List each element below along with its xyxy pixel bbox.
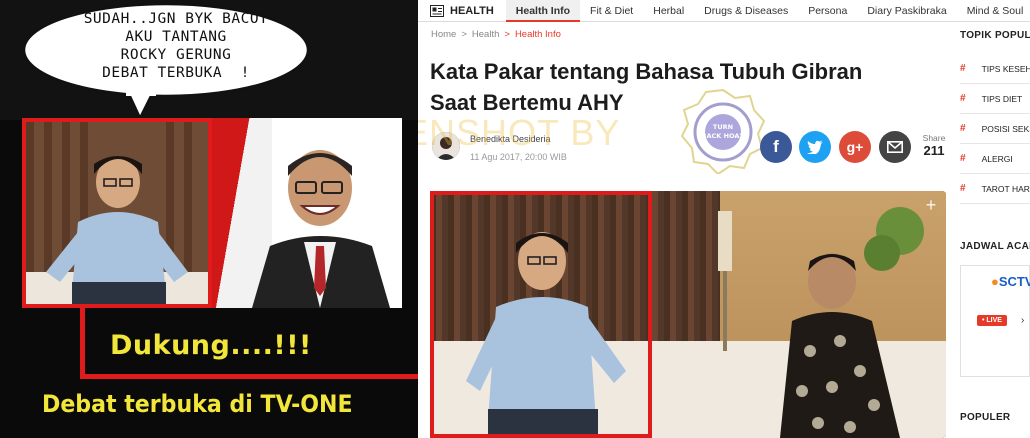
bubble-line: DEBAT TERBUKA !	[102, 65, 250, 81]
tv-schedule-box: ●SCTV • LIVE ›	[960, 265, 1030, 377]
nav-health-info[interactable]: Health Info	[505, 0, 581, 22]
brand-label: HEALTH	[450, 4, 494, 17]
sctv-logo-dot: ●	[991, 274, 999, 289]
topik-label: TAROT HARIAN	[981, 183, 1030, 194]
nav-diary-paskibraka[interactable]: Diary Paskibraka	[857, 0, 956, 22]
topik-populer-heading: TOPIK POPULER	[960, 30, 1030, 41]
populer-heading: POPULER	[960, 412, 1011, 423]
mail-icon	[887, 141, 903, 153]
rocky-gerung-photo	[212, 118, 402, 308]
speech-bubble-text: SUDAH..JGN BYK BACOT AKU TANTANG ROCKY G…	[56, 10, 296, 82]
nav-herbal[interactable]: Herbal	[643, 0, 694, 22]
jadwal-acara-heading: JADWAL ACARA	[960, 241, 1030, 252]
section-brand[interactable]: HEALTH	[418, 0, 506, 22]
connector-bar-horizontal	[80, 374, 418, 379]
bubble-line: SUDAH..JGN BYK BACOT	[83, 11, 269, 27]
chevron-right-icon[interactable]: ›	[1021, 315, 1024, 326]
headline-line: Kata Pakar tentang Bahasa Tubuh Gibran	[430, 59, 863, 84]
bubble-line: ROCKY GERUNG	[120, 47, 232, 63]
news-article-screenshot: HEALTH Health Info Fit & Diet Herbal Dru…	[418, 0, 1030, 438]
hash-icon: #	[960, 123, 966, 134]
topik-item[interactable]: # POSISI SEKS	[960, 114, 1030, 144]
headline-line: Saat Bertemu AHY	[430, 90, 624, 115]
hash-icon: #	[960, 93, 966, 104]
turn-back-hoax-stamp: TURN BACK HOAX	[680, 88, 766, 176]
nav-drugs-diseases[interactable]: Drugs & Diseases	[694, 0, 798, 22]
topik-item[interactable]: # ALERGI	[960, 144, 1030, 174]
svg-text:BACK HOAX: BACK HOAX	[702, 132, 745, 140]
breadcrumb-separator: >	[461, 29, 467, 40]
bubble-line: AKU TANTANG	[125, 29, 227, 45]
top-navigation: HEALTH Health Info Fit & Diet Herbal Dru…	[418, 0, 1030, 22]
topik-list: #TIPS KESEHATAN #TIPS DIET #POSISI SEKS …	[960, 54, 1030, 204]
topik-label: TIPS DIET	[981, 93, 1023, 104]
nav-fit-diet[interactable]: Fit & Diet	[580, 0, 643, 22]
topik-label: TIPS KESEHATAN	[981, 63, 1030, 74]
meme-panel: SUDAH..JGN BYK BACOT AKU TANTANG ROCKY G…	[0, 0, 418, 438]
caption-dukung: Dukung....!!!	[110, 330, 312, 361]
breadcrumb: Home > Health > Health Info	[431, 29, 561, 40]
health-newspaper-icon	[430, 4, 444, 17]
topik-item[interactable]: # TAROT HARIAN	[960, 174, 1030, 204]
author-name[interactable]: Benedikta Desideria	[470, 134, 551, 144]
photo-figures	[466, 207, 924, 438]
sctv-logo[interactable]: ●SCTV	[991, 274, 1030, 289]
article-main-photo[interactable]: +	[430, 191, 946, 438]
topik-item[interactable]: # TIPS DIET	[960, 84, 1030, 114]
nav-persona[interactable]: Persona	[798, 0, 857, 22]
topik-label: ALERGI	[981, 153, 1013, 164]
hash-icon: #	[960, 63, 966, 74]
expand-photo-plus-icon[interactable]: +	[922, 196, 940, 215]
publish-date: 11 Agu 2017, 20:00 WIB	[470, 152, 567, 162]
gibran-figure	[26, 122, 208, 304]
author-avatar[interactable]	[432, 132, 460, 160]
hash-icon: #	[960, 183, 966, 194]
nav-mind-soul[interactable]: Mind & Soul	[957, 0, 1030, 22]
svg-text:TURN: TURN	[713, 123, 733, 131]
caption-debat-terbuka: Debat terbuka di TV-ONE	[42, 390, 353, 418]
breadcrumb-health[interactable]: Health	[472, 29, 499, 40]
share-label: Share	[922, 133, 946, 143]
share-mail-button[interactable]	[879, 131, 911, 163]
sidebar: TOPIK POPULER # TIPS KESEHATAN # TIPS DIET…	[956, 22, 1030, 438]
gibran-photo	[22, 118, 212, 308]
share-count: Share 211	[919, 133, 949, 158]
rocky-figure	[252, 150, 390, 308]
share-googleplus-button[interactable]: g+	[839, 131, 871, 163]
hash-icon: #	[960, 153, 966, 164]
topik-label: POSISI SEKS	[981, 123, 1030, 134]
live-badge[interactable]: • LIVE	[977, 315, 1007, 326]
breadcrumb-separator: >	[504, 29, 510, 40]
share-twitter-button[interactable]	[799, 131, 831, 163]
share-number: 211	[923, 143, 945, 158]
tv-channel-label: SCTV	[998, 274, 1030, 289]
breadcrumb-health-info[interactable]: Health Info	[515, 29, 561, 40]
topik-item[interactable]: # TIPS KESEHATAN	[960, 54, 1030, 84]
breadcrumb-home[interactable]: Home	[431, 29, 456, 40]
share-facebook-button[interactable]: f	[760, 131, 792, 163]
speech-bubble: SUDAH..JGN BYK BACOT AKU TANTANG ROCKY G…	[16, 2, 316, 120]
article-headline: Kata Pakar tentang Bahasa Tubuh Gibran S…	[430, 56, 910, 118]
connector-bar-vertical	[80, 308, 85, 378]
twitter-bird-icon	[807, 140, 823, 155]
